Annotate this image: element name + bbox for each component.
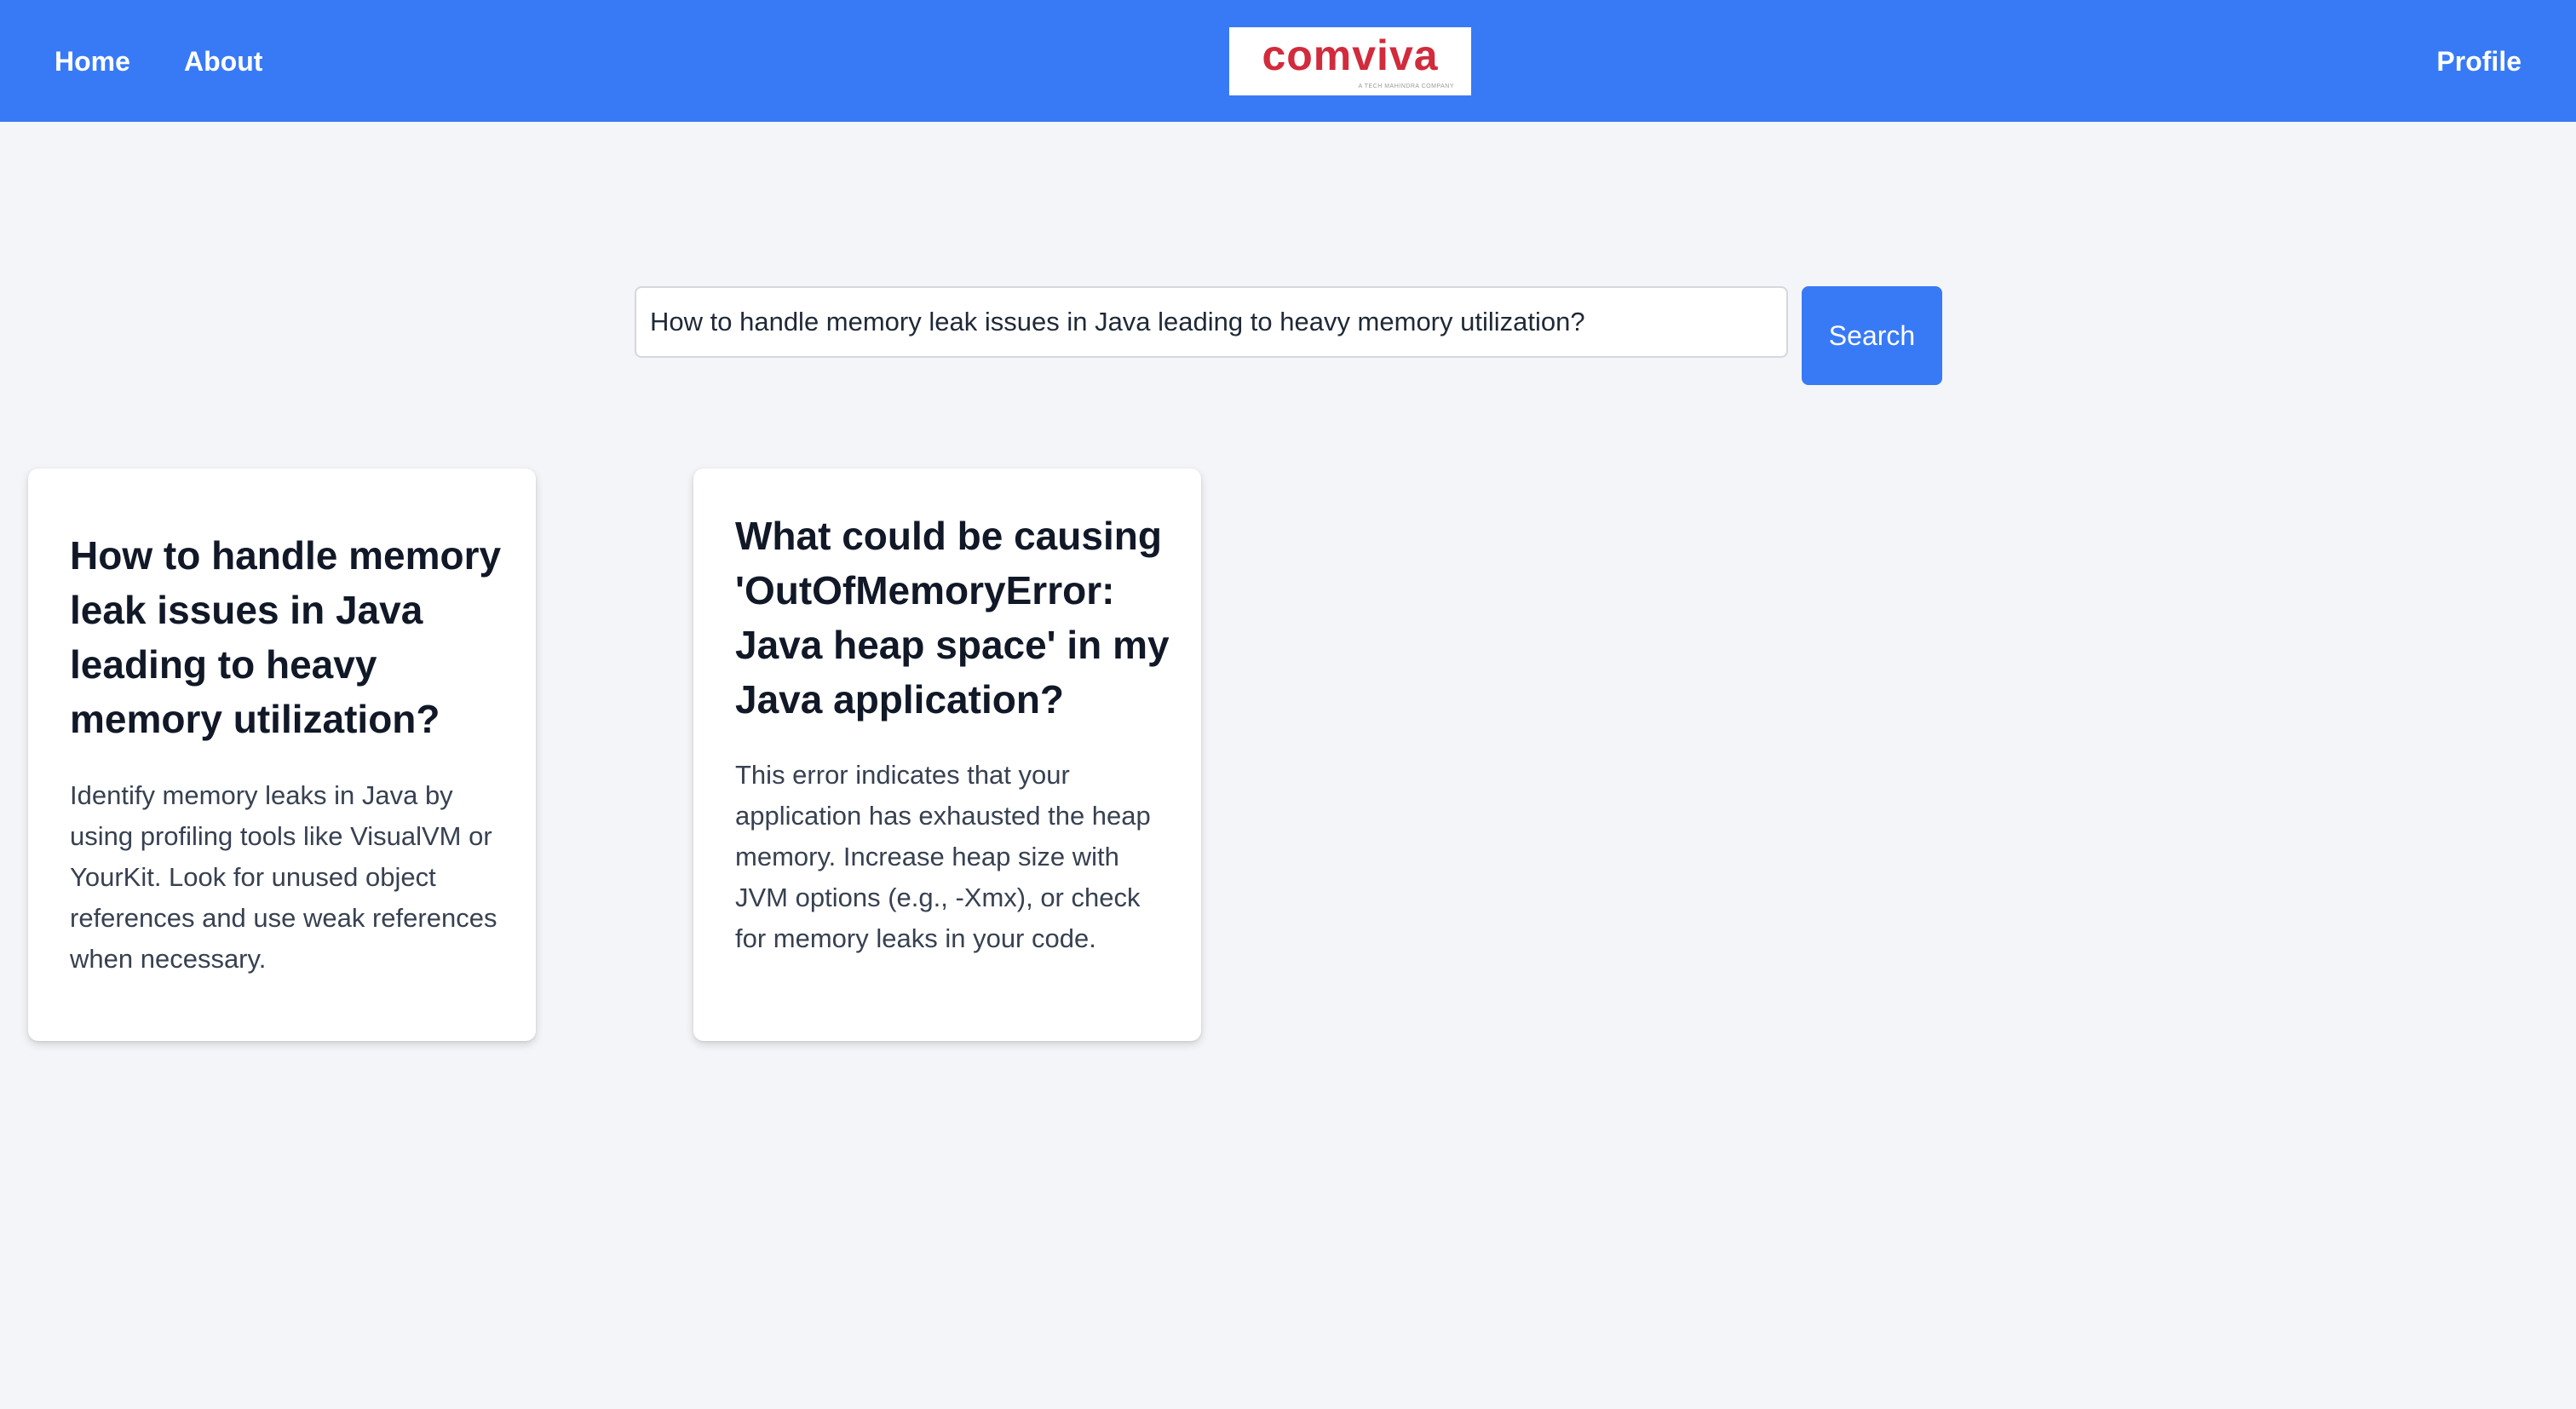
result-card-body: This error indicates that your applicati… — [735, 760, 1151, 953]
nav-profile-link[interactable]: Profile — [2436, 43, 2521, 80]
nav-home-link[interactable]: Home — [55, 43, 130, 80]
search-button[interactable]: Search — [1802, 286, 1942, 385]
comviva-logo[interactable]: comviva A TECH MAHINDRA COMPANY — [1229, 27, 1471, 95]
result-card[interactable]: How to handle memory leak issues in Java… — [28, 469, 536, 1041]
logo-tagline: A TECH MAHINDRA COMPANY — [1358, 83, 1454, 89]
result-card-title: What could be causing 'OutOfMemoryError:… — [735, 514, 1170, 722]
search-input[interactable] — [635, 286, 1788, 358]
logo-wordmark: comviva — [1262, 32, 1439, 79]
nav-about-link[interactable]: About — [184, 43, 262, 80]
top-navbar: Home About comviva A TECH MAHINDRA COMPA… — [0, 0, 2576, 122]
result-card-title: How to handle memory leak issues in Java… — [70, 533, 502, 741]
result-card[interactable]: What could be causing 'OutOfMemoryError:… — [693, 469, 1201, 1041]
result-card-body: Identify memory leaks in Java by using p… — [70, 780, 497, 974]
